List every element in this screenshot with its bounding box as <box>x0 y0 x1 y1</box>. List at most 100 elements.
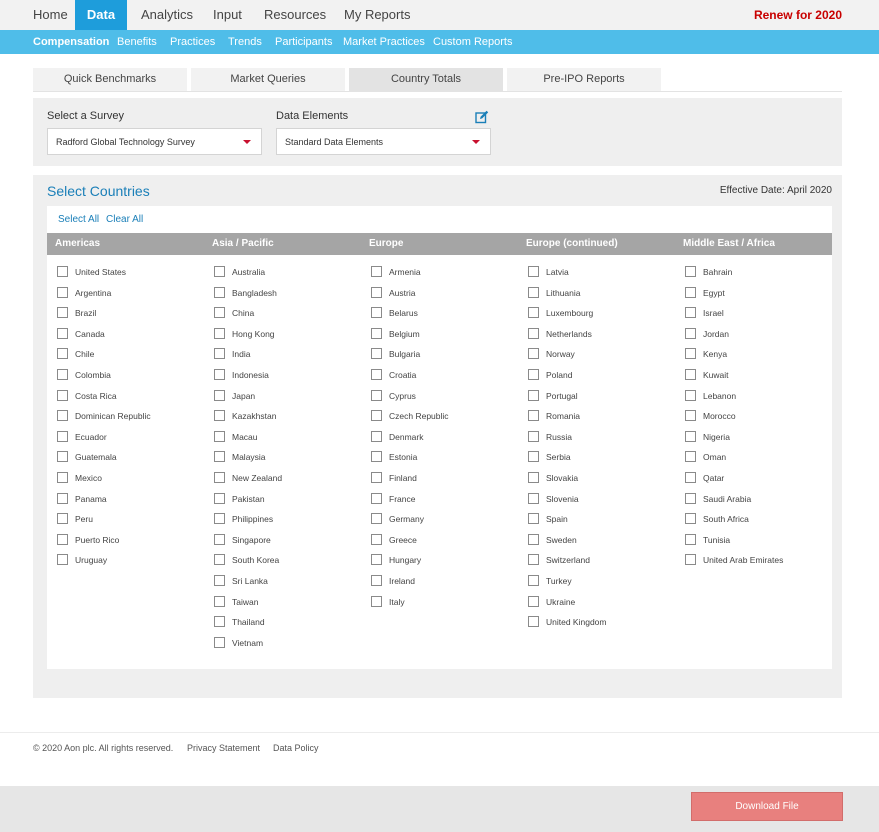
country-checkbox[interactable] <box>371 554 382 566</box>
subnav-practices[interactable]: Practices <box>170 30 215 54</box>
tab-pre-ipo-reports[interactable]: Pre-IPO Reports <box>507 68 661 91</box>
country-checkbox[interactable] <box>214 286 225 298</box>
country-checkbox[interactable] <box>214 430 225 442</box>
country-checkbox[interactable] <box>528 286 539 298</box>
country-checkbox[interactable] <box>57 554 68 566</box>
country-checkbox[interactable] <box>371 513 382 525</box>
country-checkbox[interactable] <box>528 430 539 442</box>
subnav-market-practices[interactable]: Market Practices <box>343 30 425 54</box>
select-all-link[interactable]: Select All <box>58 214 99 225</box>
country-checkbox[interactable] <box>371 575 382 586</box>
country-checkbox[interactable] <box>214 472 225 483</box>
country-checkbox[interactable] <box>57 369 68 380</box>
country-checkbox[interactable] <box>528 575 539 586</box>
country-checkbox[interactable] <box>528 307 539 319</box>
country-checkbox[interactable] <box>685 389 696 401</box>
nav-home[interactable]: Home <box>33 0 68 30</box>
country-checkbox[interactable] <box>685 533 696 545</box>
country-checkbox[interactable] <box>528 451 539 463</box>
data-policy-link[interactable]: Data Policy <box>273 743 319 753</box>
country-checkbox[interactable] <box>57 472 68 483</box>
country-checkbox[interactable] <box>214 327 225 339</box>
download-file-button[interactable]: Download File <box>691 792 843 821</box>
country-checkbox[interactable] <box>57 451 68 463</box>
country-checkbox[interactable] <box>528 389 539 401</box>
country-checkbox[interactable] <box>371 369 382 380</box>
country-checkbox[interactable] <box>214 616 225 628</box>
country-checkbox[interactable] <box>685 410 696 422</box>
country-checkbox[interactable] <box>57 533 68 545</box>
country-checkbox[interactable] <box>528 492 539 504</box>
privacy-statement-link[interactable]: Privacy Statement <box>187 743 260 753</box>
country-checkbox[interactable] <box>214 266 225 277</box>
country-checkbox[interactable] <box>528 369 539 380</box>
country-checkbox[interactable] <box>214 307 225 319</box>
country-checkbox[interactable] <box>214 369 225 380</box>
country-checkbox[interactable] <box>528 472 539 483</box>
country-checkbox[interactable] <box>528 266 539 277</box>
country-checkbox[interactable] <box>371 451 382 463</box>
country-checkbox[interactable] <box>214 554 225 566</box>
country-checkbox[interactable] <box>57 513 68 525</box>
country-checkbox[interactable] <box>685 492 696 504</box>
country-checkbox[interactable] <box>57 286 68 298</box>
country-checkbox[interactable] <box>214 513 225 525</box>
country-checkbox[interactable] <box>371 266 382 277</box>
survey-select[interactable]: Radford Global Technology Survey <box>47 128 262 155</box>
nav-input[interactable]: Input <box>213 0 242 30</box>
subnav-benefits[interactable]: Benefits <box>117 30 157 54</box>
country-checkbox[interactable] <box>371 307 382 319</box>
nav-my-reports[interactable]: My Reports <box>344 0 410 30</box>
country-checkbox[interactable] <box>528 348 539 360</box>
country-checkbox[interactable] <box>371 595 382 607</box>
country-checkbox[interactable] <box>685 513 696 525</box>
country-checkbox[interactable] <box>371 430 382 442</box>
nav-data[interactable]: Data <box>75 0 127 30</box>
country-checkbox[interactable] <box>214 533 225 545</box>
clear-all-link[interactable]: Clear All <box>106 214 143 225</box>
country-checkbox[interactable] <box>57 430 68 442</box>
country-checkbox[interactable] <box>528 616 539 628</box>
subnav-compensation[interactable]: Compensation <box>33 30 109 54</box>
country-checkbox[interactable] <box>685 327 696 339</box>
country-checkbox[interactable] <box>57 327 68 339</box>
country-checkbox[interactable] <box>685 369 696 380</box>
country-checkbox[interactable] <box>214 348 225 360</box>
country-checkbox[interactable] <box>685 430 696 442</box>
country-checkbox[interactable] <box>685 451 696 463</box>
country-checkbox[interactable] <box>57 307 68 319</box>
subnav-trends[interactable]: Trends <box>228 30 262 54</box>
country-checkbox[interactable] <box>685 266 696 277</box>
country-checkbox[interactable] <box>371 327 382 339</box>
country-checkbox[interactable] <box>371 389 382 401</box>
country-checkbox[interactable] <box>685 472 696 483</box>
country-checkbox[interactable] <box>371 533 382 545</box>
country-checkbox[interactable] <box>528 595 539 607</box>
nav-analytics[interactable]: Analytics <box>141 0 193 30</box>
subnav-custom-reports[interactable]: Custom Reports <box>433 30 512 54</box>
country-checkbox[interactable] <box>528 554 539 566</box>
country-checkbox[interactable] <box>57 410 68 422</box>
edit-icon[interactable] <box>475 110 489 124</box>
country-checkbox[interactable] <box>57 266 68 277</box>
country-checkbox[interactable] <box>371 492 382 504</box>
data-elements-select[interactable]: Standard Data Elements <box>276 128 491 155</box>
subnav-participants[interactable]: Participants <box>275 30 332 54</box>
country-checkbox[interactable] <box>214 389 225 401</box>
country-checkbox[interactable] <box>57 492 68 504</box>
country-checkbox[interactable] <box>371 472 382 483</box>
country-checkbox[interactable] <box>685 554 696 566</box>
country-checkbox[interactable] <box>528 513 539 525</box>
country-checkbox[interactable] <box>214 575 225 586</box>
country-checkbox[interactable] <box>57 389 68 401</box>
country-checkbox[interactable] <box>371 348 382 360</box>
country-checkbox[interactable] <box>528 533 539 545</box>
country-checkbox[interactable] <box>214 451 225 463</box>
country-checkbox[interactable] <box>214 410 225 422</box>
country-checkbox[interactable] <box>685 286 696 298</box>
tab-country-totals[interactable]: Country Totals <box>349 68 503 91</box>
tab-quick-benchmarks[interactable]: Quick Benchmarks <box>33 68 187 91</box>
country-checkbox[interactable] <box>371 286 382 298</box>
tab-market-queries[interactable]: Market Queries <box>191 68 345 91</box>
renew-link[interactable]: Renew for 2020 <box>754 0 842 30</box>
